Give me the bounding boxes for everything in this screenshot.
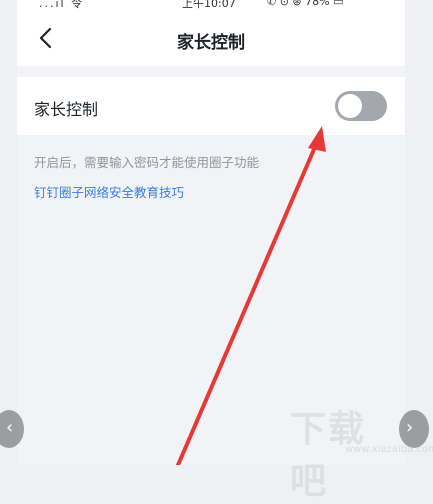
watermark-url-text: www.xiazaiba.com <box>345 444 433 455</box>
parental-control-toggle[interactable] <box>335 91 387 121</box>
parental-control-label: 家长控制 <box>34 100 99 119</box>
toggle-knob <box>338 94 362 118</box>
status-signal: ...ıl 令 <box>39 0 85 10</box>
description-text: 开启后，需要输入密码才能使用圈子功能 <box>34 155 260 170</box>
status-time: 上午10:07 <box>182 0 236 10</box>
chevron-right-icon: › <box>406 417 414 438</box>
page-title: 家长控制 <box>177 33 245 53</box>
phone-screen: ...ıl 令 上午10:07 ✆ ⊙ ⊛ 78% ▭ 家长控制 家长控制 开启… <box>17 0 405 465</box>
nav-bar: 家长控制 <box>17 10 405 66</box>
status-icons: ✆ ⊙ ⊛ 78% ▭ <box>267 0 344 8</box>
status-bar: ...ıl 令 上午10:07 ✆ ⊙ ⊛ 78% ▭ <box>17 0 405 10</box>
watermark-logo: 下载吧 www.xiazaiba.com <box>290 400 433 502</box>
safety-tips-link[interactable]: 钉钉圈子网络安全教育技巧 <box>34 182 184 201</box>
chevron-left-icon: ‹ <box>6 417 14 438</box>
next-image-button[interactable]: › <box>399 410 429 448</box>
parental-control-row: 家长控制 <box>17 77 405 135</box>
